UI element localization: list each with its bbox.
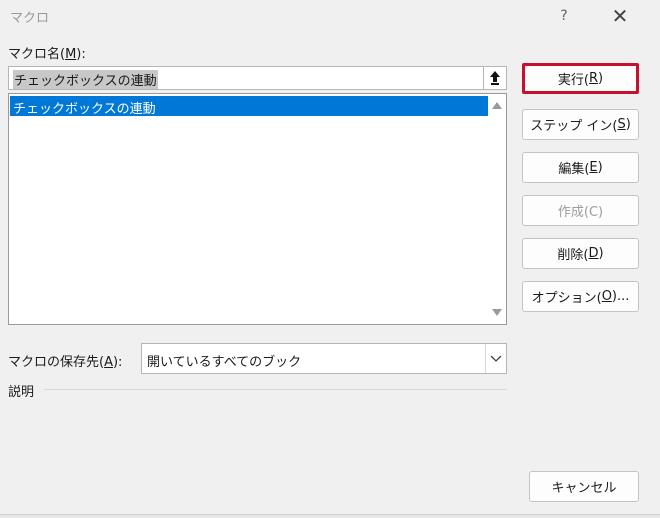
sheet-background-strip <box>0 514 660 518</box>
scroll-up-icon[interactable] <box>492 102 502 109</box>
macro-list-item[interactable]: チェックボックスの連動 <box>10 96 490 117</box>
macro-list[interactable]: チェックボックスの連動 <box>8 93 507 325</box>
options-button[interactable]: オプション(O)... <box>522 281 639 312</box>
macro-location-label: マクロの保存先(A): <box>8 355 123 370</box>
macro-list-item-label: チェックボックスの連動 <box>13 102 156 117</box>
macro-name-input[interactable]: チェックボックスの連動 <box>8 66 484 90</box>
create-button: 作成(C) <box>522 195 639 226</box>
macro-dialog: マクロ ? ✕ マクロ名(M): チェックボックスの連動 チェックボックスの連動… <box>0 0 660 517</box>
step-in-button[interactable]: ステップ イン(S) <box>522 109 639 140</box>
title-bar: マクロ ? ✕ <box>0 0 660 32</box>
description-label: 説明 <box>8 385 35 400</box>
close-button[interactable]: ✕ <box>606 4 634 28</box>
delete-button[interactable]: 削除(D) <box>522 238 639 269</box>
dialog-title: マクロ <box>10 11 50 26</box>
macro-location-select[interactable]: 開いているすべてのブック <box>141 343 507 374</box>
up-arrow-icon <box>490 71 500 85</box>
upload-arrow-button[interactable] <box>483 66 507 90</box>
macro-name-label: マクロ名(M): <box>8 47 86 62</box>
run-button[interactable]: 実行(R) <box>522 63 639 94</box>
cancel-button[interactable]: キャンセル <box>529 471 639 502</box>
macro-location-value: 開いているすべてのブック <box>147 355 302 370</box>
chevron-down-icon[interactable] <box>485 344 506 373</box>
scroll-down-icon[interactable] <box>492 309 502 316</box>
help-button[interactable]: ? <box>552 4 576 28</box>
macro-list-scrollbar[interactable] <box>488 94 506 324</box>
edit-button[interactable]: 編集(E) <box>522 152 639 183</box>
macro-name-value: チェックボックスの連動 <box>13 70 158 89</box>
description-divider <box>44 389 507 390</box>
